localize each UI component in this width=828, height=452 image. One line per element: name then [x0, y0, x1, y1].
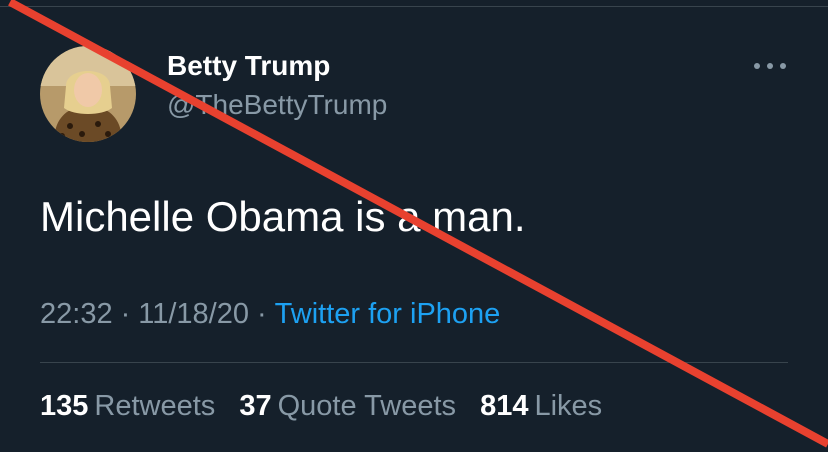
meta-separator: ·: [256, 298, 267, 330]
likes-label: Likes: [534, 390, 603, 422]
dot: [767, 63, 773, 69]
quote-tweets-count: 37: [239, 390, 272, 422]
retweets-count: 135: [40, 390, 89, 422]
dot: [754, 63, 760, 69]
avatar-photo: [40, 46, 136, 142]
dot: [780, 63, 786, 69]
display-name[interactable]: Betty Trump: [167, 50, 330, 82]
divider: [40, 362, 788, 363]
likes-count: 814: [480, 390, 529, 422]
quote-tweets-label: Quote Tweets: [277, 390, 457, 422]
tweet-time[interactable]: 22:32: [40, 298, 113, 330]
retweets-stat[interactable]: 135 Retweets: [40, 390, 215, 422]
avatar[interactable]: [40, 46, 136, 142]
more-options-icon[interactable]: [754, 58, 786, 74]
meta-separator: ·: [120, 298, 131, 330]
engagement-stats: 135 Retweets 37 Quote Tweets 814 Likes: [40, 389, 618, 423]
tweet-source-link[interactable]: Twitter for iPhone: [275, 298, 501, 330]
top-border: [0, 6, 828, 7]
tweet-text: Michelle Obama is a man.: [40, 193, 526, 240]
retweets-label: Retweets: [94, 390, 216, 422]
quote-tweets-stat[interactable]: 37 Quote Tweets: [239, 390, 456, 422]
tweet-meta: 22:32 · 11/18/20 · Twitter for iPhone: [40, 297, 500, 331]
user-handle[interactable]: @TheBettyTrump: [167, 89, 387, 121]
likes-stat[interactable]: 814 Likes: [480, 390, 602, 422]
tweet-date[interactable]: 11/18/20: [138, 298, 249, 330]
